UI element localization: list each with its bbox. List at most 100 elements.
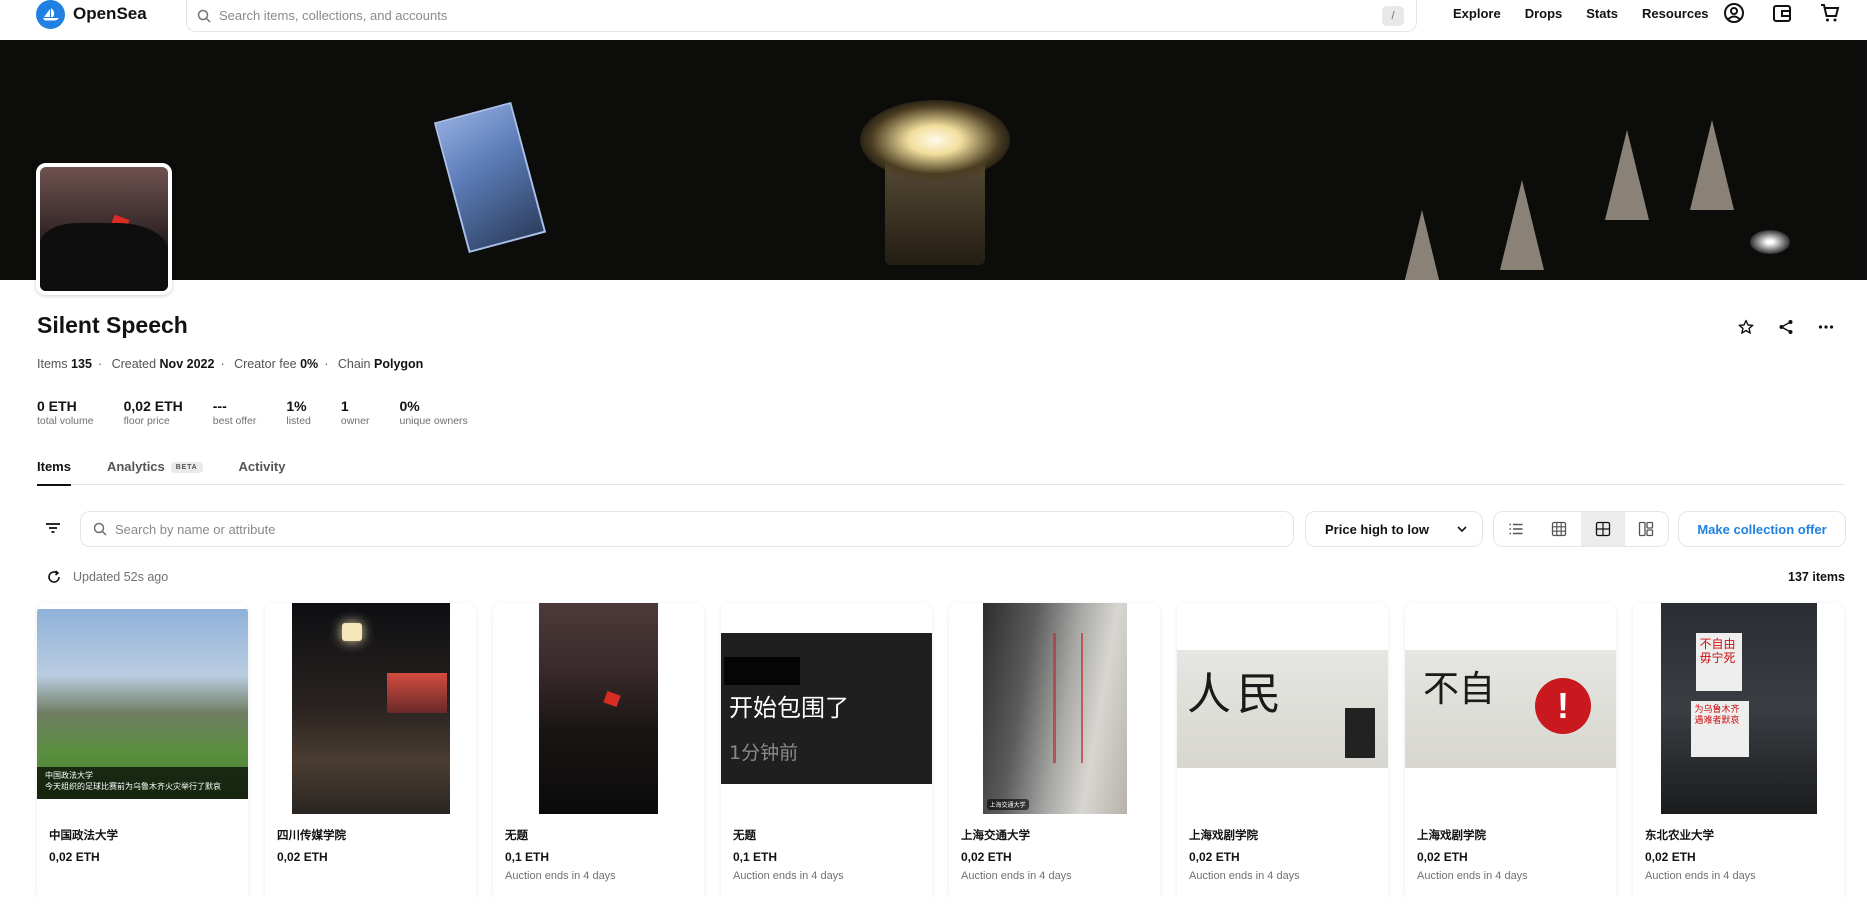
opensea-boat-icon xyxy=(36,0,65,29)
nft-auction: Auction ends in 4 days xyxy=(505,870,616,882)
stat-value: --- xyxy=(212,398,227,414)
grid-large-view-icon[interactable] xyxy=(1581,512,1625,546)
nft-name: 上海戏剧学院 xyxy=(1417,830,1486,842)
nft-auction: Auction ends in 4 days xyxy=(1189,870,1300,882)
mosaic-view-icon[interactable] xyxy=(1625,512,1669,546)
refresh-icon[interactable] xyxy=(47,570,61,584)
nft-card[interactable]: 无题 0,1 ETH Auction ends in 4 days xyxy=(493,603,704,897)
search-shortcut-key: / xyxy=(1382,5,1404,26)
nft-card[interactable]: 不自由 毋宁死 为乌鲁木齐 遇难者默哀 东北农业大学 0,02 ETH Auction… xyxy=(1633,603,1844,897)
nft-card[interactable]: 中国政法大学 今天组织的足球比赛前为乌鲁木齐火灾举行了默哀 中国政法大学 0,0… xyxy=(37,603,248,897)
nft-name: 上海戏剧学院 xyxy=(1189,830,1258,842)
image-text: 开始包围了 xyxy=(729,694,849,722)
stat-label: unique owners xyxy=(399,415,468,427)
stat-floor-price: 0,02 ETH floor price xyxy=(124,398,183,427)
image-caption: 上海交通大学 xyxy=(986,799,1029,810)
nav-stats[interactable]: Stats xyxy=(1586,6,1618,21)
banner-candle-glow xyxy=(860,100,1010,180)
opensea-logo[interactable]: OpenSea xyxy=(36,0,147,29)
nav-resources[interactable]: Resources xyxy=(1642,6,1708,21)
nft-price: 0,02 ETH xyxy=(1417,850,1468,864)
banner-cone xyxy=(1605,130,1649,220)
nft-card[interactable]: 不自! 上海戏剧学院 0,02 ETH Auction ends in 4 da… xyxy=(1405,603,1616,897)
nft-auction: Auction ends in 4 days xyxy=(1417,870,1528,882)
nft-card[interactable]: 四川传媒学院 0,02 ETH xyxy=(265,603,476,897)
nft-auction: Auction ends in 4 days xyxy=(961,870,1072,882)
meta-items-label: Items xyxy=(37,357,68,371)
caption-line: 中国政法大学 xyxy=(45,770,93,780)
nav-explore[interactable]: Explore xyxy=(1453,6,1501,21)
image-text: 1分钟前 xyxy=(729,742,799,764)
list-view-icon[interactable] xyxy=(1494,512,1538,546)
item-count: 137 items xyxy=(1788,570,1845,584)
updated-text: Updated 52s ago xyxy=(73,570,169,584)
cart-icon[interactable] xyxy=(1818,1,1842,25)
nft-grid: 中国政法大学 今天组织的足球比赛前为乌鲁木齐火灾举行了默哀 中国政法大学 0,0… xyxy=(37,603,1844,897)
filter-icon[interactable] xyxy=(44,519,62,537)
chevron-down-icon xyxy=(1457,526,1467,533)
brand-name: OpenSea xyxy=(73,4,147,23)
nft-name: 上海交通大学 xyxy=(961,830,1030,842)
nft-image: 上海交通大学 xyxy=(949,603,1160,814)
nft-card[interactable]: 人民 上海戏剧学院 0,02 ETH Auction ends in 4 day… xyxy=(1177,603,1388,897)
stat-value: 1% xyxy=(286,398,307,414)
stat-best-offer: --- best offer xyxy=(213,398,257,427)
nft-price: 0,02 ETH xyxy=(49,850,100,864)
nft-image xyxy=(493,603,704,814)
wallet-icon[interactable] xyxy=(1770,1,1794,25)
nft-price: 0,1 ETH xyxy=(505,850,550,864)
nft-price: 0,02 ETH xyxy=(961,850,1012,864)
nft-image xyxy=(265,603,476,814)
nft-auction: Auction ends in 4 days xyxy=(1645,870,1756,882)
banner-cone xyxy=(1500,180,1544,270)
meta-items-value: 135 xyxy=(71,357,92,371)
stat-value: 0% xyxy=(399,398,420,414)
tab-activity[interactable]: Activity xyxy=(239,459,286,485)
nft-price: 0,02 ETH xyxy=(1189,850,1240,864)
meta-chain-label: Chain xyxy=(337,357,371,371)
star-icon[interactable] xyxy=(1737,318,1755,336)
stat-value: 0 ETH xyxy=(37,398,77,414)
collection-tabs: Items Analytics BETA Activity xyxy=(37,459,1845,486)
nft-price: 0,1 ETH xyxy=(733,850,778,864)
tab-label: Analytics xyxy=(106,459,165,474)
more-options-icon[interactable] xyxy=(1817,318,1835,336)
nft-image: 人民 xyxy=(1177,603,1388,814)
nav-icon-group xyxy=(1722,1,1842,25)
nav-drops[interactable]: Drops xyxy=(1525,6,1563,21)
nft-price: 0,02 ETH xyxy=(1645,850,1696,864)
make-collection-offer-button[interactable]: Make collection offer xyxy=(1678,511,1846,547)
tab-items[interactable]: Items xyxy=(37,459,71,486)
stat-label: total volume xyxy=(37,415,94,427)
tab-label: Activity xyxy=(238,459,286,474)
grid-small-view-icon[interactable] xyxy=(1538,512,1582,546)
stat-listed: 1% listed xyxy=(286,398,311,427)
update-status: Updated 52s ago xyxy=(47,570,168,584)
tab-analytics[interactable]: Analytics BETA xyxy=(107,459,203,485)
nft-image: 不自由 毋宁死 为乌鲁木齐 遇难者默哀 xyxy=(1633,603,1844,814)
item-search-input[interactable] xyxy=(115,521,1293,537)
image-caption: 中国政法大学 今天组织的足球比赛前为乌鲁木齐火灾举行了默哀 xyxy=(37,766,248,799)
item-search[interactable] xyxy=(80,511,1294,547)
stat-unique-owners: 0% unique owners xyxy=(399,398,467,427)
stat-label: owner xyxy=(340,415,370,427)
nft-card[interactable]: 开始包围了 1分钟前 无题 0,1 ETH Auction ends in 4 … xyxy=(721,603,932,897)
collection-banner xyxy=(0,40,1867,280)
caption-line: 今天组织的足球比赛前为乌鲁木齐火灾举行了默哀 xyxy=(45,781,221,791)
nft-card[interactable]: 上海交通大学 上海交通大学 0,02 ETH Auction ends in 4… xyxy=(949,603,1160,897)
collection-title: Silent Speech xyxy=(37,312,188,338)
nft-price: 0,02 ETH xyxy=(277,850,328,864)
sort-dropdown[interactable]: Price high to low xyxy=(1305,511,1483,547)
meta-created-value: Nov 2022 xyxy=(159,357,215,371)
nft-image: 开始包围了 1分钟前 xyxy=(721,603,932,814)
global-search-input[interactable] xyxy=(219,8,1382,23)
global-search[interactable]: / xyxy=(186,0,1417,32)
banner-cone xyxy=(1690,120,1734,210)
avatar-crowd xyxy=(40,222,168,291)
account-icon[interactable] xyxy=(1722,1,1746,25)
share-icon[interactable] xyxy=(1777,318,1795,336)
nft-name: 四川传媒学院 xyxy=(277,830,346,842)
nft-image: 不自! xyxy=(1405,603,1616,814)
nft-image: 中国政法大学 今天组织的足球比赛前为乌鲁木齐火灾举行了默哀 xyxy=(37,603,248,814)
meta-fee-label: Creator fee xyxy=(234,357,297,371)
